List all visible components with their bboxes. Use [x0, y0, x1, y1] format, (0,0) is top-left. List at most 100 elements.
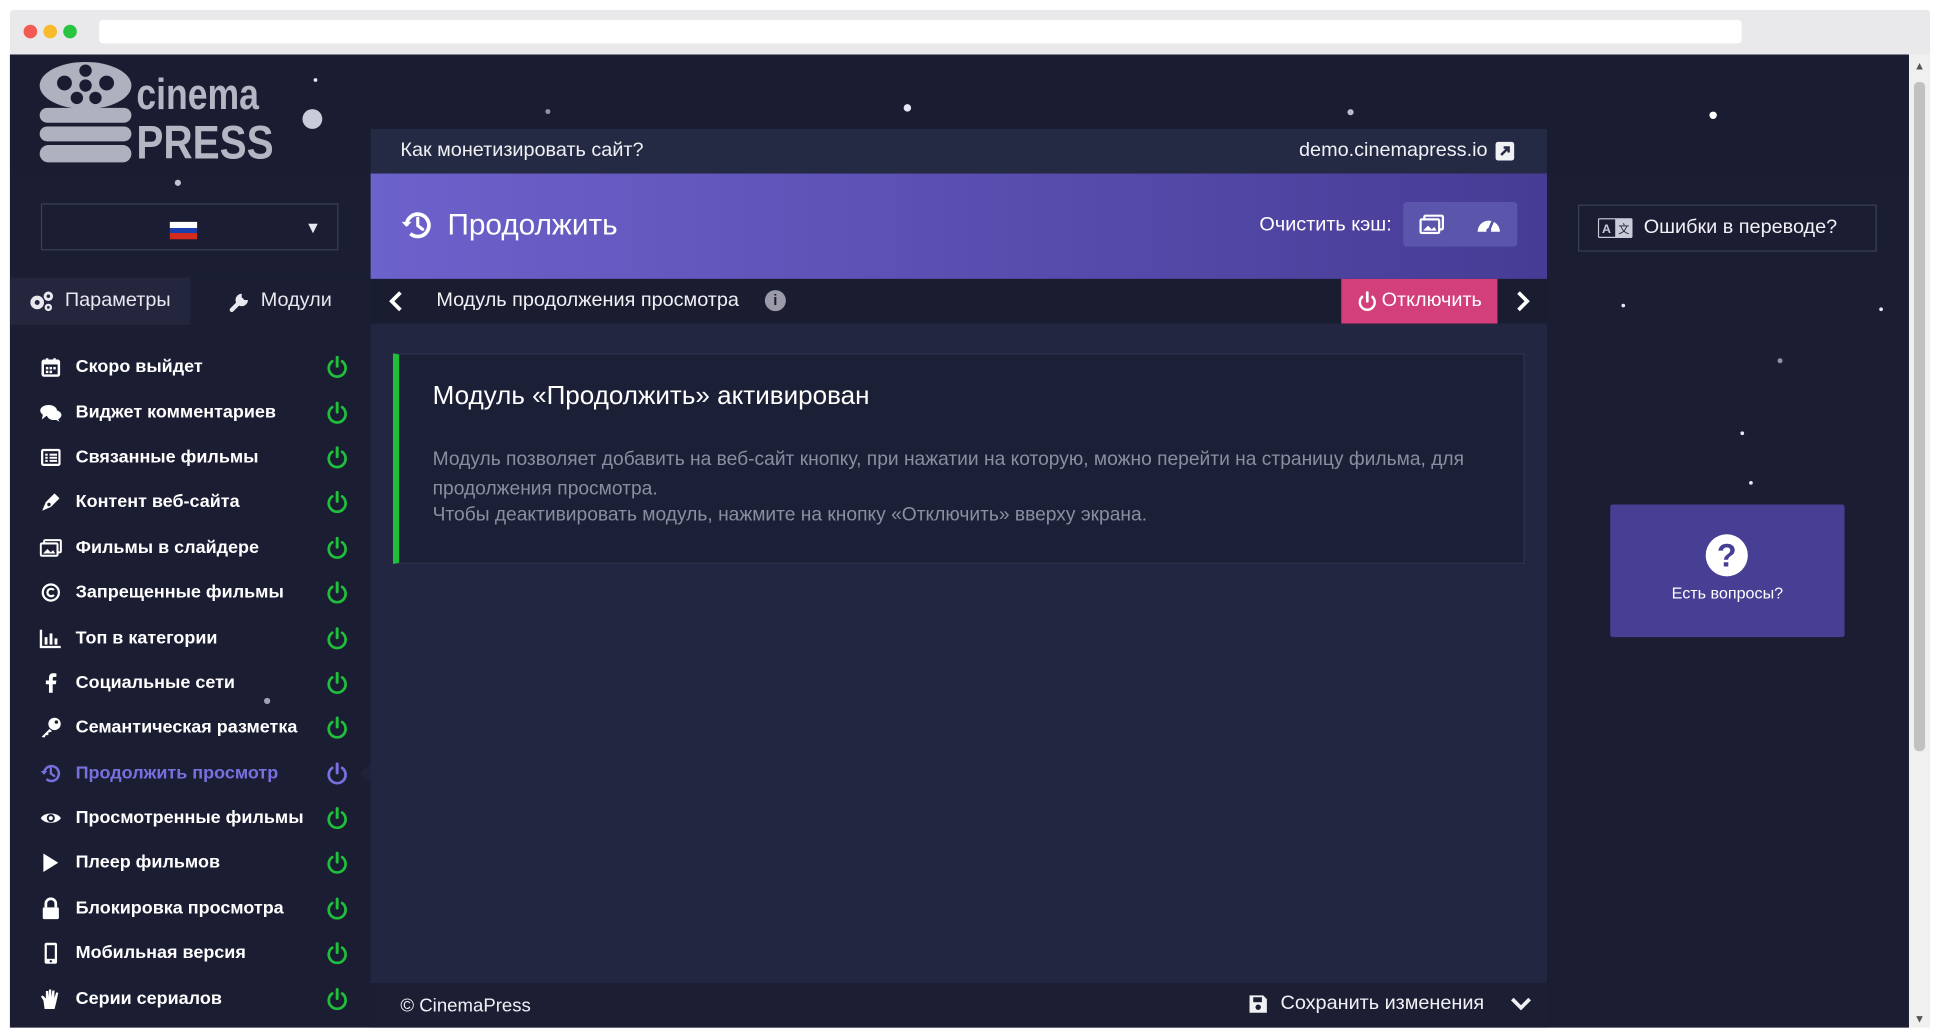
- clear-image-cache-button[interactable]: [1403, 202, 1460, 247]
- maximize-window-dot[interactable]: [63, 24, 77, 39]
- sidebar-item-1[interactable]: Скоро выйдет: [10, 345, 371, 390]
- translation-errors-label: Ошибки в переводе?: [1643, 216, 1838, 239]
- disable-module-label: Отключить: [1381, 290, 1482, 312]
- sidebar-item-label: Продолжить просмотр: [75, 763, 279, 784]
- chevron-right-icon[interactable]: [1514, 290, 1531, 312]
- active-indicator: [359, 763, 371, 784]
- disable-module-button[interactable]: Отключить: [1341, 278, 1498, 324]
- modules-menu: Скоро выйдет Виджет комментариев Связанные…: [10, 345, 371, 1022]
- images-icon: [1419, 214, 1445, 235]
- translation-errors-button[interactable]: A 文 Ошибки в переводе?: [1578, 204, 1877, 252]
- logo-text-press: PRESS: [136, 117, 274, 170]
- sidebar-item-9[interactable]: Семантическая разметка: [10, 705, 371, 750]
- language-select[interactable]: ▼: [40, 203, 339, 251]
- copyright: © CinemaPress: [400, 995, 531, 1017]
- address-bar[interactable]: [99, 19, 1742, 44]
- sidebar-item-label: Контент веб-сайта: [75, 492, 240, 513]
- question-icon: ?: [1705, 534, 1748, 577]
- svg-text:文: 文: [1618, 222, 1629, 236]
- star: [1740, 431, 1745, 436]
- power-toggle-icon[interactable]: [326, 491, 348, 514]
- scrollbar[interactable]: ▲ ▼: [1908, 54, 1931, 1028]
- copyright-icon: [40, 582, 62, 604]
- minimize-window-dot[interactable]: [43, 24, 58, 39]
- power-toggle-icon[interactable]: [326, 807, 348, 830]
- sidebar-item-label: Связанные фильмы: [75, 447, 259, 468]
- play-icon: [40, 852, 62, 874]
- sidebar-item-label: Просмотренные фильмы: [75, 808, 304, 829]
- sidebar-item-2[interactable]: Виджет комментариев: [10, 390, 371, 435]
- eye-icon: [40, 807, 62, 829]
- scroll-thumb[interactable]: [1913, 81, 1926, 752]
- sidebar-item-13[interactable]: Блокировка просмотра: [10, 886, 371, 931]
- module-header: Продолжить Очистить кэш:: [370, 173, 1548, 279]
- sidebar-item-7[interactable]: Топ в категории: [10, 615, 371, 660]
- tachometer-icon: [1477, 220, 1500, 234]
- power-toggle-icon[interactable]: [326, 446, 348, 469]
- sidebar-item-5[interactable]: Фильмы в слайдере: [10, 525, 371, 570]
- star: [1621, 303, 1626, 308]
- language-icon: A 文: [1597, 218, 1633, 239]
- sidebar-item-label: Блокировка просмотра: [75, 898, 284, 919]
- sidebar-item-8[interactable]: Социальные сети: [10, 660, 371, 705]
- close-window-dot[interactable]: [23, 24, 38, 39]
- cache-buttons: [1403, 202, 1518, 247]
- power-toggle-icon[interactable]: [326, 987, 348, 1010]
- film-reel-logo-icon: [39, 61, 132, 163]
- tab-modules[interactable]: Модули: [190, 277, 371, 325]
- external-link-icon: [1495, 141, 1515, 161]
- power-toggle-icon[interactable]: [326, 897, 348, 920]
- scroll-down-icon[interactable]: ▼: [1914, 1013, 1925, 1025]
- sidebar-item-12[interactable]: Плеер фильмов: [10, 841, 371, 886]
- star: [313, 78, 318, 82]
- questions-label: Есть вопросы?: [1671, 583, 1784, 603]
- lock-icon: [40, 897, 62, 920]
- sidebar-item-label: Мобильная версия: [75, 943, 246, 964]
- chevron-down-icon[interactable]: [1510, 993, 1532, 1015]
- power-toggle-icon[interactable]: [326, 942, 348, 965]
- power-toggle-icon[interactable]: [326, 581, 348, 604]
- cogs-icon: [30, 291, 54, 312]
- sidebar-item-6[interactable]: Запрещенные фильмы: [10, 570, 371, 615]
- power-toggle-icon[interactable]: [326, 671, 348, 694]
- save-changes-button[interactable]: Сохранить изменения: [1248, 993, 1484, 1015]
- power-toggle-icon[interactable]: [326, 716, 348, 740]
- sidebar-item-label: Скоро выйдет: [75, 357, 203, 378]
- logo-text-cinema: cinema: [136, 70, 259, 120]
- svg-text:A: A: [1602, 222, 1611, 236]
- info-icon[interactable]: i: [764, 290, 786, 312]
- facebook-icon: [40, 672, 62, 694]
- questions-button[interactable]: ? Есть вопросы?: [1610, 504, 1845, 638]
- sidebar-item-4[interactable]: Контент веб-сайта: [10, 480, 371, 525]
- chart-icon: [39, 627, 62, 649]
- main-panel: Как монетизировать сайт? demo.cinemapres…: [370, 128, 1548, 1028]
- tab-parameters[interactable]: Параметры: [9, 277, 190, 325]
- site-link[interactable]: demo.cinemapress.io: [1299, 140, 1515, 162]
- power-toggle-icon[interactable]: [326, 626, 348, 649]
- wrench-icon: [230, 293, 249, 313]
- footer-bar: © CinemaPress Сохранить изменения: [370, 983, 1548, 1028]
- sidebar-tabs: Параметры Модули: [9, 277, 371, 325]
- power-toggle-icon[interactable]: [326, 852, 348, 875]
- history-icon: [401, 212, 431, 239]
- power-toggle-icon[interactable]: [326, 761, 348, 785]
- list-icon: [40, 446, 62, 468]
- star: [903, 104, 912, 112]
- scroll-up-icon[interactable]: ▲: [1914, 60, 1925, 72]
- power-toggle-icon[interactable]: [326, 355, 348, 379]
- sidebar-item-11[interactable]: Просмотренные фильмы: [10, 796, 371, 841]
- sidebar-item-15[interactable]: Серии сериалов: [10, 976, 371, 1021]
- mobile-icon: [40, 942, 62, 965]
- power-toggle-icon[interactable]: [326, 536, 348, 559]
- chevron-down-icon: ▼: [304, 218, 321, 237]
- save-changes-label: Сохранить изменения: [1280, 992, 1485, 1014]
- chevron-left-icon[interactable]: [388, 290, 405, 312]
- power-toggle-icon[interactable]: [326, 401, 348, 424]
- sidebar-item-3[interactable]: Связанные фильмы: [10, 435, 371, 480]
- clear-page-cache-button[interactable]: [1460, 202, 1517, 247]
- sidebar-item-label: Топ в категории: [75, 627, 218, 648]
- cinemapress-logo[interactable]: cinema PRESS: [37, 61, 274, 170]
- sidebar-item-14[interactable]: Мобильная версия: [10, 931, 371, 976]
- monetize-link[interactable]: Как монетизировать сайт?: [400, 140, 643, 162]
- sidebar-item-10[interactable]: Продолжить просмотр: [10, 751, 371, 796]
